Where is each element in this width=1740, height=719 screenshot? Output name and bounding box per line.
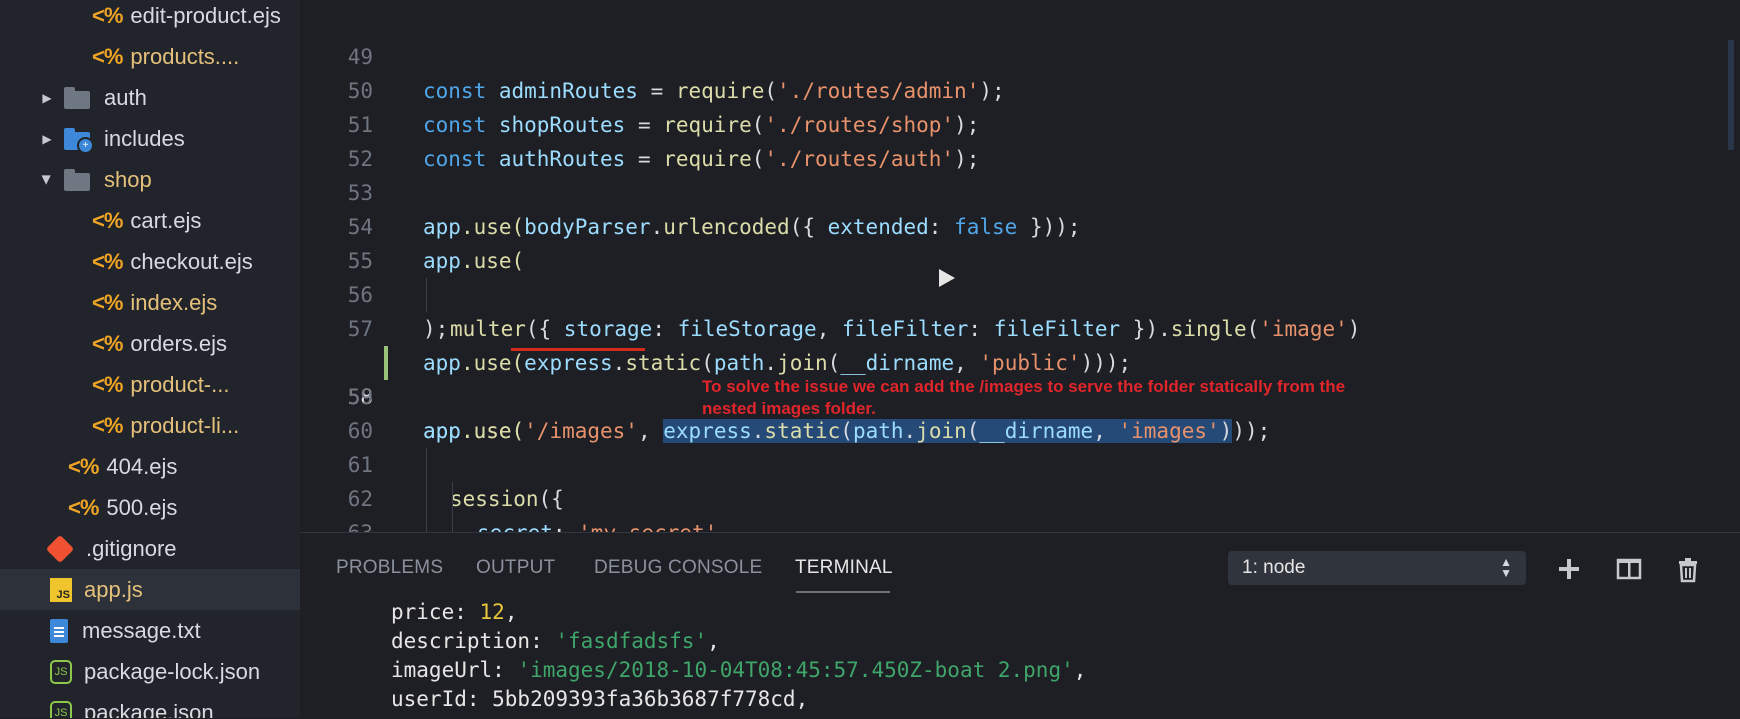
tab-output[interactable]: OUTPUT xyxy=(476,557,555,579)
file-item[interactable]: <% 500.ejs xyxy=(0,487,300,528)
terminal-select[interactable]: 1: node ▲ ▼ xyxy=(1228,551,1526,585)
file-label: 404.ejs xyxy=(106,453,178,479)
code-line: 64 store: store, xyxy=(300,516,1740,532)
file-item[interactable]: <% index.ejs M xyxy=(0,282,300,323)
tab-terminal[interactable]: TERMINAL xyxy=(795,557,893,579)
plus-icon[interactable] xyxy=(1555,555,1583,583)
file-label: message.txt xyxy=(82,617,201,643)
js-icon: JS xyxy=(50,577,72,602)
folder-item-shop[interactable]: ▶ shop xyxy=(0,159,300,200)
file-label: products.... xyxy=(130,43,240,69)
code-editor[interactable]: 49 const adminRoutes = require('./routes… xyxy=(300,0,1740,532)
ejs-icon: <% xyxy=(92,43,123,69)
minimap[interactable] xyxy=(1728,40,1734,150)
tab-debug-console[interactable]: DEBUG CONSOLE xyxy=(594,557,762,579)
file-explorer: <% edit-product.ejs <% products.... M ▶ … xyxy=(0,0,300,718)
terminal-line: userId: 5bb209393fa36b3687f778cd, xyxy=(391,687,809,711)
file-label: product-... xyxy=(130,371,230,397)
file-item[interactable]: JS package.json xyxy=(0,692,300,718)
terminal-line: description: 'fasdfadsfs', xyxy=(391,629,720,653)
file-label: package-lock.json xyxy=(84,658,261,684)
code-line: 51 const authRoutes = require('./routes/… xyxy=(300,74,1740,171)
folder-icon xyxy=(64,86,90,109)
ejs-icon: <% xyxy=(92,330,123,356)
select-arrows-icon: ▲ ▼ xyxy=(1500,555,1512,580)
terminal-line: price: 12, xyxy=(391,600,518,624)
file-label: 500.ejs xyxy=(106,494,178,520)
folder-open-icon xyxy=(64,168,90,191)
ejs-icon: <% xyxy=(92,412,123,438)
ejs-icon: <% xyxy=(92,207,123,233)
split-icon[interactable] xyxy=(1615,555,1643,583)
file-item[interactable]: <% products.... M xyxy=(0,36,300,77)
terminal-line: imageUrl: 'images/2018-10-04T08:45:57.45… xyxy=(391,658,1087,682)
file-label: .gitignore xyxy=(86,535,177,561)
folder-includes-icon: + xyxy=(64,127,94,154)
file-item[interactable]: <% cart.ejs xyxy=(0,200,300,241)
file-item[interactable]: message.txt xyxy=(0,610,300,651)
folder-item-includes[interactable]: ▶ + includes xyxy=(0,118,300,159)
terminal-select-value: 1: node xyxy=(1242,557,1306,578)
chevron-down-icon[interactable]: ▶ xyxy=(40,173,54,187)
file-item-active[interactable]: JS app.js M xyxy=(0,569,300,610)
file-item[interactable]: <% orders.ejs xyxy=(0,323,300,364)
code-line: 49 const adminRoutes = require('./routes… xyxy=(300,6,1740,103)
folder-label: includes xyxy=(104,125,185,151)
code-line: 50 const shopRoutes = require('./routes/… xyxy=(300,40,1740,137)
code-line: 55 multer({ storage: fileStorage, fileFi… xyxy=(300,210,1740,341)
code-line: 59 app.use( xyxy=(300,346,1740,443)
file-label: package.json xyxy=(84,699,214,719)
ejs-icon: <% xyxy=(68,453,99,479)
code-line-current: 58 app.use('/images', express.static(pat… xyxy=(300,312,1740,443)
code-line: 52 xyxy=(300,108,1740,171)
play-icon[interactable] xyxy=(934,266,958,290)
node-json-icon: JS xyxy=(50,659,72,684)
text-file-icon xyxy=(50,618,68,643)
folder-item-auth[interactable]: ▶ auth xyxy=(0,77,300,118)
code-line: 62 resave: false, xyxy=(300,448,1740,532)
node-json-icon: JS xyxy=(50,700,72,718)
folder-label: shop xyxy=(104,166,152,192)
file-label: cart.ejs xyxy=(130,207,202,233)
ejs-icon: <% xyxy=(92,2,123,28)
code-line: 57 app.use(express.static(path.join(__di… xyxy=(300,278,1740,375)
file-label: app.js xyxy=(84,576,143,602)
tab-problems[interactable]: PROBLEMS xyxy=(336,557,443,579)
file-label: product-li... xyxy=(130,412,240,438)
active-tab-indicator xyxy=(796,591,890,593)
folder-label: auth xyxy=(104,84,147,110)
git-icon xyxy=(45,534,75,563)
ejs-icon: <% xyxy=(92,248,123,274)
ejs-icon: <% xyxy=(68,494,99,520)
chevron-right-icon[interactable]: ▶ xyxy=(40,132,54,146)
file-label: orders.ejs xyxy=(130,330,228,356)
code-line: 53 app.use(bodyParser.urlencoded({ exten… xyxy=(300,142,1740,239)
code-line: 54 app.use( xyxy=(300,176,1740,273)
file-item[interactable]: <% product-li... M xyxy=(0,405,300,446)
file-item[interactable]: <% checkout.ejs xyxy=(0,241,300,282)
file-item[interactable]: <% product-... M xyxy=(0,364,300,405)
trash-icon[interactable] xyxy=(1674,555,1702,583)
file-item[interactable]: <% edit-product.ejs xyxy=(0,0,300,36)
file-label: edit-product.ejs xyxy=(130,2,281,28)
ejs-icon: <% xyxy=(92,371,123,397)
file-item[interactable]: <% 404.ejs xyxy=(0,446,300,487)
ejs-icon: <% xyxy=(92,289,123,315)
file-item[interactable]: JS package-lock.json xyxy=(0,651,300,692)
code-line: 63 saveUninitialized: false, xyxy=(300,482,1740,532)
file-label: index.ejs xyxy=(130,289,218,315)
annotation-note: To solve the issue we can add the /image… xyxy=(702,377,1346,418)
chevron-right-icon[interactable]: ▶ xyxy=(40,91,54,105)
file-label: checkout.ejs xyxy=(130,248,253,274)
file-item[interactable]: .gitignore xyxy=(0,528,300,569)
code-line: 56 ); xyxy=(300,244,1740,341)
bottom-panel: PROBLEMS OUTPUT DEBUG CONSOLE TERMINAL 1… xyxy=(300,532,1740,719)
